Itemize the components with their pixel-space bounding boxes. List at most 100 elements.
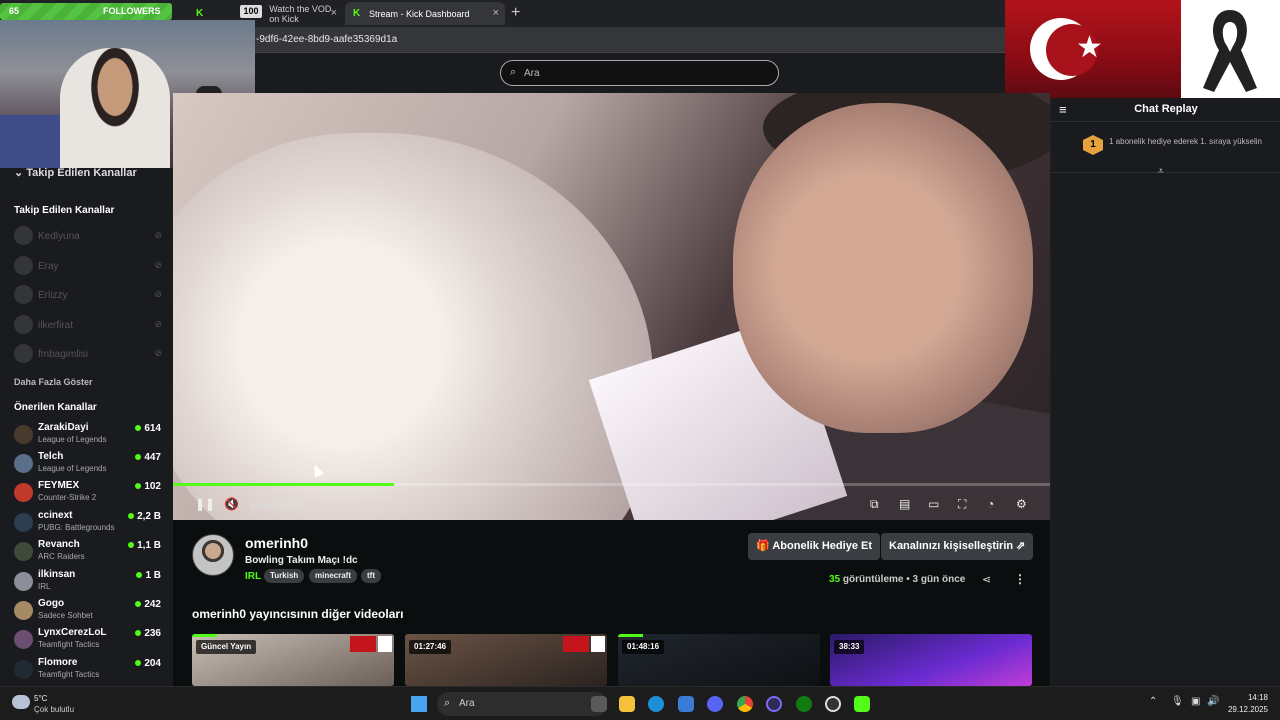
flag-icon xyxy=(350,636,376,652)
live-dot-icon xyxy=(135,454,142,461)
sidebar-item-lynxcerezlol[interactable]: LynxCerezLoL Teamfight Tactics 236 xyxy=(14,627,164,655)
sidebar-item-gogo[interactable]: Gogo Sadece Sohbet 242 xyxy=(14,598,164,626)
show-more-link[interactable]: Daha Fazla Göster xyxy=(14,377,93,387)
network-icon[interactable]: ▣ xyxy=(1191,696,1200,707)
viewer-count-value: 102 xyxy=(144,481,161,492)
channel-name: ilkerfirat xyxy=(38,320,74,331)
channel-name[interactable]: omerinh0 xyxy=(245,535,308,551)
channel-category: League of Legends xyxy=(38,435,107,444)
microphone-icon[interactable]: 🎙 xyxy=(1171,696,1184,707)
expand-chevron-icon[interactable]: ⩡ xyxy=(1158,166,1164,177)
sidebar-item-zarakidayi[interactable]: ZarakiDayi League of Legends 614 xyxy=(14,422,164,450)
video-thumbnail[interactable]: 01:27:46 xyxy=(405,634,607,686)
weather-condition[interactable]: Çok bulutlu xyxy=(34,705,74,714)
app-icon[interactable] xyxy=(766,696,782,712)
windows-start-icon[interactable] xyxy=(411,696,427,712)
customize-channel-button[interactable]: Kanalınızı kişiselleştirin ⇗ xyxy=(881,533,1034,560)
sidebar-item-revanch[interactable]: Revanch ARC Raiders 1,1 B xyxy=(14,539,164,567)
timecode: 09:44 / 38:33 xyxy=(250,501,304,511)
seek-bar[interactable] xyxy=(173,483,1050,486)
clip-icon[interactable]: ▤ xyxy=(899,497,910,511)
mute-icon[interactable]: 🔇 xyxy=(224,497,239,511)
live-dot-icon xyxy=(128,542,135,549)
channel-name: Erlizzy xyxy=(38,290,68,301)
pip-icon[interactable]: ⧉ xyxy=(870,497,879,512)
discord-icon[interactable] xyxy=(707,696,723,712)
edge-icon[interactable] xyxy=(648,696,664,712)
close-icon[interactable]: × xyxy=(331,7,337,19)
stream-title: Bowling Takım Maçı !dc xyxy=(245,555,358,566)
sidebar-item-erlizzy[interactable]: Erlizzy ⊘ xyxy=(14,285,164,307)
video-thumbnail[interactable]: 38:33 xyxy=(830,634,1032,686)
viewer-count-value: 2,2 B xyxy=(137,511,161,522)
sidebar-item-flomore[interactable]: Flomore Teamfight Tactics 204 xyxy=(14,657,164,685)
sidebar-item-ilkerfirat[interactable]: ilkerfirat ⊘ xyxy=(14,315,164,337)
pause-icon[interactable]: ❚❚ xyxy=(195,497,215,511)
tab-kick-dashboard[interactable]: K Stream - Kick Dashboard × xyxy=(345,2,505,25)
counter-badge: 100 xyxy=(240,5,262,18)
channel-info-section: omerinh0 Bowling Takım Maçı !dc IRL Turk… xyxy=(173,520,1050,686)
tag-turkish[interactable]: Turkish xyxy=(264,569,305,583)
current-time: 09:44 xyxy=(250,501,274,511)
viewer-count: 242 xyxy=(135,599,161,610)
chevron-up-icon[interactable]: ⌃ xyxy=(1149,696,1157,707)
sidebar-item-ilkinsan[interactable]: ilkinsan IRL 1 B xyxy=(14,569,164,597)
xbox-icon[interactable] xyxy=(796,696,812,712)
playback-speed-icon[interactable]: ◔ xyxy=(987,497,994,511)
gift-icon: 🎁 xyxy=(756,540,773,552)
weather-cloud-icon[interactable] xyxy=(12,695,30,709)
new-tab-button[interactable]: + xyxy=(511,4,520,22)
video-thumbnail[interactable]: 01:48:16 xyxy=(618,634,820,686)
theater-mode-icon[interactable]: ▭ xyxy=(928,497,939,511)
search-input[interactable]: ⌕ Ara xyxy=(500,60,779,86)
kick-icon: K xyxy=(353,7,361,19)
viewer-count: 2,2 B xyxy=(128,511,161,522)
taskbar-search[interactable]: ⌕ Ara xyxy=(437,692,607,716)
chat-panel: ≡ Chat Replay 1 1 abonelik hediye ederek… xyxy=(1050,98,1280,686)
channel-avatar[interactable] xyxy=(192,534,234,576)
sidebar-item-ccinext[interactable]: ccinext PUBG: Battlegrounds 2,2 B xyxy=(14,510,164,538)
viewer-count: 1 B xyxy=(136,570,161,581)
offline-icon: ⊘ xyxy=(154,230,162,240)
sidebar-item-eray[interactable]: Eray ⊘ xyxy=(14,256,164,278)
avatar xyxy=(14,660,33,679)
url-text[interactable]: -9df6-42ee-8bd9-aafe35369d1a xyxy=(256,34,397,45)
steam-icon[interactable] xyxy=(825,696,841,712)
sidebar-item-kedlyuna[interactable]: Kedlyuna ⊘ xyxy=(14,226,164,248)
video-badge: Güncel Yayın xyxy=(196,640,257,654)
viewer-count: 204 xyxy=(135,658,161,669)
player-controls: ❚❚ 🔇 09:44 / 38:33 ⧉ ▤ ▭ ⛶ ◔ ⚙ xyxy=(173,490,1050,520)
avatar xyxy=(14,315,33,334)
category-link[interactable]: IRL xyxy=(245,571,261,582)
avatar xyxy=(14,256,33,275)
video-player[interactable]: ❚❚ 🔇 09:44 / 38:33 ⧉ ▤ ▭ ⛶ ◔ ⚙ xyxy=(173,93,1050,520)
kick-app-icon[interactable] xyxy=(854,696,870,712)
temperature[interactable]: 5°C xyxy=(34,694,47,703)
sidebar-item-fmbagimlisi[interactable]: fmbagimlisi ⊘ xyxy=(14,344,164,366)
close-icon[interactable]: × xyxy=(493,7,499,19)
fullscreen-icon[interactable]: ⛶ xyxy=(958,497,966,512)
share-icon[interactable]: ⋖ xyxy=(982,573,991,586)
clock-time[interactable]: 14:18 xyxy=(1230,693,1268,702)
gift-leaderboard-message[interactable]: 1 abonelik hediye ederek 1. sıraya yükse… xyxy=(1109,137,1269,146)
video-thumbnail[interactable]: Güncel Yayın xyxy=(192,634,394,686)
avatar xyxy=(14,513,33,532)
gift-subscription-button[interactable]: 🎁 Abonelik Hediye Et xyxy=(748,533,880,560)
app-icon[interactable] xyxy=(678,696,694,712)
task-view-icon[interactable] xyxy=(591,696,607,712)
sidebar-section-toggle[interactable]: ⌄ Takip Edilen Kanallar xyxy=(14,166,137,179)
clock-date[interactable]: 29.12.2025 xyxy=(1222,705,1268,714)
sidebar-item-feymex[interactable]: FEYMEX Counter-Strike 2 102 xyxy=(14,480,164,508)
settings-gear-icon[interactable]: ⚙ xyxy=(1016,497,1027,511)
sidebar-item-telch[interactable]: Telch League of Legends 447 xyxy=(14,451,164,479)
more-options-icon[interactable]: ⋮ xyxy=(1014,572,1026,586)
channel-name: LynxCerezLoL xyxy=(38,627,107,638)
mourning-ribbon-image xyxy=(1181,0,1280,98)
tag-tft[interactable]: tft xyxy=(361,569,381,583)
channel-name: fmbagimlisi xyxy=(38,349,89,360)
file-explorer-icon[interactable] xyxy=(619,696,635,712)
chrome-icon[interactable] xyxy=(737,696,753,712)
volume-icon[interactable]: 🔊 xyxy=(1207,696,1219,707)
tag-minecraft[interactable]: minecraft xyxy=(309,569,358,583)
posted-time: 3 gün önce xyxy=(912,574,966,585)
